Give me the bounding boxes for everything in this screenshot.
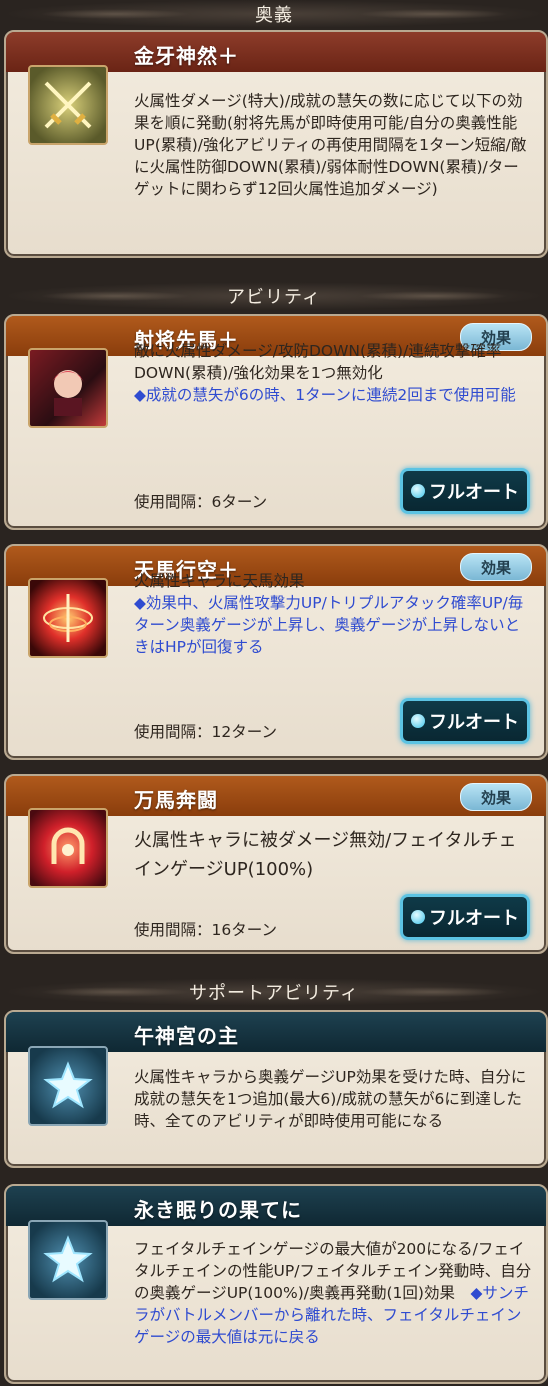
ability-card: 天馬行空＋ 効果 火属性キャラに天馬効果 ◆効果中、火属性攻撃力UP/トリプルア… [4,544,548,760]
crossed-swords-icon [28,65,108,145]
support-card: 永き眠りの果てに フェイタルチェインゲージの最大値が200になる/フェイタルチェ… [4,1184,548,1384]
ability-desc-note: ◆成就の慧矢が6の時、1ターンに連続2回まで使用可能 [134,386,516,404]
section-title: 奥義 [255,5,293,26]
auto-indicator-icon [411,714,425,728]
full-auto-button[interactable]: フルオート [400,698,530,744]
ability-cooldown: 使用間隔：12ターン [134,723,277,741]
support-name: 永き眠りの果てに [134,1198,302,1222]
section-header-ougi: 奥義 [0,0,548,28]
ability-desc-note: ◆効果中、火属性攻撃力UP/トリプルアタック確率UP/毎ターン奥義ゲージが上昇し… [134,594,524,656]
ability-desc-text: 敵に火属性ダメージ/攻防DOWN(累積)/連続攻撃確率DOWN(累積)/強化効果… [134,342,502,382]
support-description: フェイタルチェインゲージの最大値が200になる/フェイタルチェインの性能UP/フ… [134,1238,532,1348]
full-auto-label: フルオート [429,482,519,503]
ability-card: 万馬奔闘 効果 火属性キャラに被ダメージ無効/フェイタルチェインゲージUP(10… [4,774,548,954]
full-auto-button[interactable]: フルオート [400,894,530,940]
section-header-support: サポートアビリティ [0,978,548,1006]
ability-name: 万馬奔闘 [134,788,218,812]
auto-indicator-icon [411,484,425,498]
auto-indicator-icon [411,910,425,924]
ability-description: 火属性キャラに被ダメージ無効/フェイタルチェインゲージUP(100%) [134,830,517,880]
character-portrait-icon [28,348,108,428]
ability-cooldown: 使用間隔：6ターン [134,493,268,511]
full-auto-label: フルオート [429,712,519,733]
ability-desc-text: 火属性キャラに天馬効果 [134,572,305,590]
horseshoe-icon [28,808,108,888]
ougi-card: 金牙神然＋ 火属性ダメージ(特大)/成就の慧矢の数に応じて以下の効果を順に発動(… [4,30,548,258]
support-name: 午神宮の主 [134,1024,239,1048]
section-title: アビリティ [227,287,321,308]
ability-description: 敵に火属性ダメージ/攻防DOWN(累積)/連続攻撃確率DOWN(累積)/強化効果… [134,340,532,406]
fire-ring-icon [28,578,108,658]
star-icon [28,1046,108,1126]
section-title: サポートアビリティ [189,983,359,1004]
support-card: 午神宮の主 火属性キャラから奥義ゲージUP効果を受けた時、自分に成就の慧矢を1つ… [4,1010,548,1168]
ougi-name: 金牙神然＋ [134,44,239,68]
ability-description: 火属性キャラに天馬効果 ◆効果中、火属性攻撃力UP/トリプルアタック確率UP/毎… [134,570,532,658]
ougi-description: 火属性ダメージ(特大)/成就の慧矢の数に応じて以下の効果を順に発動(射将先馬が即… [134,92,527,198]
effect-button[interactable]: 効果 [460,783,532,811]
ability-card: 射将先馬＋ 効果 敵に火属性ダメージ/攻防DOWN(累積)/連続攻撃確率DOWN… [4,314,548,530]
ability-cooldown: 使用間隔：16ターン [134,921,277,939]
star-icon [28,1220,108,1300]
full-auto-label: フルオート [429,908,519,929]
support-description: 火属性キャラから奥義ゲージUP効果を受けた時、自分に成就の慧矢を1つ追加(最大6… [134,1068,527,1130]
section-header-ability: アビリティ [0,282,548,310]
full-auto-button[interactable]: フルオート [400,468,530,514]
